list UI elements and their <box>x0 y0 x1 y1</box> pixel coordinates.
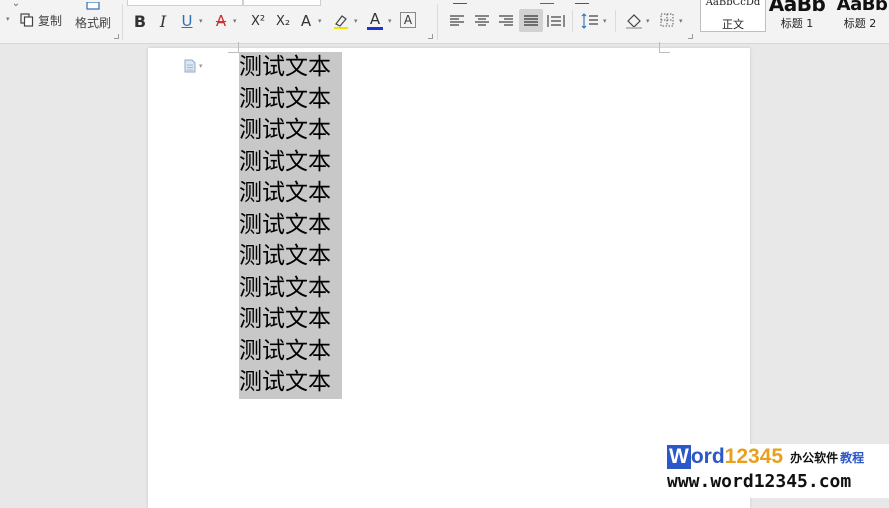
style-heading-1-preview: AaBb <box>768 0 826 16</box>
watermark-brand: W ord 12345 办公软件 教程 <box>667 444 864 470</box>
align-left-button[interactable] <box>448 11 466 31</box>
style-heading-1-label: 标题 1 <box>780 17 814 30</box>
highlight-dropdown-icon[interactable]: ▾ <box>354 17 358 25</box>
align-center-button[interactable] <box>473 11 491 31</box>
style-normal-preview: AaBbCcDd <box>705 0 761 8</box>
style-heading-2-label: 标题 2 <box>843 17 877 30</box>
chevron-down-icon: ▾ <box>199 62 203 70</box>
align-center-icon <box>475 15 489 26</box>
borders-icon <box>660 13 674 27</box>
line-spacing-button[interactable] <box>580 11 600 31</box>
paragraph-layout-button[interactable]: ▾ <box>184 59 203 73</box>
style-heading-2[interactable]: AaBb 标题 2 <box>830 0 889 30</box>
text-effects-dropdown-icon[interactable]: ▾ <box>318 17 322 25</box>
align-right-button[interactable] <box>497 11 515 31</box>
underline-button[interactable]: U <box>179 11 195 31</box>
italic-button[interactable]: I <box>155 11 171 31</box>
watermark-ord: ord <box>690 445 725 468</box>
font-name-box[interactable] <box>127 0 243 6</box>
subscript-button[interactable]: X₂ <box>272 11 294 31</box>
distributed-align-button[interactable] <box>546 11 566 31</box>
font-color-letter: A <box>369 10 381 28</box>
line-spacing-dropdown-icon[interactable]: ▾ <box>603 17 607 25</box>
text-line[interactable]: 测试文本 <box>239 84 342 116</box>
style-heading-2-preview: AaBb <box>836 0 888 15</box>
watermark-w: W <box>667 445 691 469</box>
ribbon-toolbar: ▾ ⌄ 复制 格式刷 B I U ▾ A ▾ X² X₂ A ▾ ▾ A ▾ A… <box>0 0 889 44</box>
indent-button-partial[interactable] <box>575 0 589 4</box>
strikethrough-button[interactable]: A <box>213 11 229 31</box>
justify-button[interactable] <box>519 9 543 32</box>
separator <box>572 10 573 32</box>
margin-mark-right <box>659 42 670 53</box>
style-normal[interactable]: AaBbCcDd 正文 <box>700 0 766 32</box>
text-line[interactable]: 测试文本 <box>239 367 342 399</box>
highlight-button[interactable] <box>331 11 351 31</box>
text-line[interactable]: 测试文本 <box>239 115 342 147</box>
watermark-digits: 12345 <box>724 445 784 468</box>
clipboard-group-expand-icon[interactable] <box>114 34 119 39</box>
paint-bucket-icon <box>626 14 642 29</box>
text-line[interactable]: 测试文本 <box>239 336 342 368</box>
separator <box>437 4 438 40</box>
font-color-button[interactable]: A <box>366 9 384 31</box>
margin-mark-left <box>228 42 239 53</box>
font-color-swatch <box>367 27 383 30</box>
shading-dropdown-icon[interactable]: ▾ <box>646 17 650 25</box>
numbering-button-partial[interactable] <box>540 0 554 4</box>
underline-dropdown-icon[interactable]: ▾ <box>199 17 203 25</box>
align-right-icon <box>499 15 513 26</box>
text-effects-button[interactable]: A <box>298 11 314 31</box>
shading-button[interactable] <box>624 11 644 31</box>
style-heading-1[interactable]: AaBb 标题 1 <box>766 0 828 30</box>
document-icon <box>184 59 196 73</box>
superscript-button[interactable]: X² <box>247 11 269 31</box>
paragraph-group-expand-icon[interactable] <box>688 34 693 39</box>
borders-button[interactable] <box>659 12 675 28</box>
style-normal-label: 正文 <box>722 18 744 31</box>
text-line[interactable]: 测试文本 <box>239 178 342 210</box>
text-line[interactable]: 测试文本 <box>239 52 342 84</box>
align-left-icon <box>450 15 464 26</box>
watermark-tagline: 办公软件 <box>790 450 839 465</box>
font-color-dropdown-icon[interactable]: ▾ <box>388 17 392 25</box>
watermark-tagline2: 教程 <box>840 450 865 465</box>
format-painter-button[interactable]: 格式刷 <box>74 0 112 32</box>
format-painter-icon <box>86 1 100 10</box>
text-line[interactable]: 测试文本 <box>239 210 342 242</box>
text-line[interactable]: 测试文本 <box>239 273 342 305</box>
paste-icon[interactable]: ⌄ <box>8 0 24 9</box>
separator <box>122 4 123 40</box>
format-painter-label: 格式刷 <box>74 15 111 30</box>
bold-button[interactable]: B <box>131 11 149 31</box>
cut-dropdown-icon[interactable]: ▾ <box>6 15 10 23</box>
copy-button[interactable]: 复制 <box>20 10 62 30</box>
justify-icon <box>524 14 538 26</box>
text-line[interactable]: 测试文本 <box>239 147 342 179</box>
borders-dropdown-icon[interactable]: ▾ <box>679 17 683 25</box>
watermark-url: www.word12345.com <box>667 471 852 492</box>
text-line[interactable]: 测试文本 <box>239 241 342 273</box>
watermark: W ord 12345 办公软件 教程 www.word12345.com <box>667 444 889 498</box>
highlight-icon <box>334 15 348 29</box>
copy-label: 复制 <box>38 13 63 28</box>
separator <box>615 10 616 32</box>
line-spacing-icon <box>581 13 598 29</box>
bullets-button-partial[interactable] <box>453 0 467 4</box>
character-border-button[interactable]: A <box>400 12 416 28</box>
distributed-align-icon <box>547 15 565 27</box>
selected-text-block[interactable]: 测试文本 测试文本 测试文本 测试文本 测试文本 测试文本 测试文本 测试文本 测试文本 测试文本… <box>239 52 342 399</box>
text-line[interactable]: 测试文本 <box>239 304 342 336</box>
copy-icon <box>20 13 34 27</box>
strikethrough-dropdown-icon[interactable]: ▾ <box>233 17 237 25</box>
font-group-expand-icon[interactable] <box>428 34 433 39</box>
font-size-box[interactable] <box>243 0 321 6</box>
